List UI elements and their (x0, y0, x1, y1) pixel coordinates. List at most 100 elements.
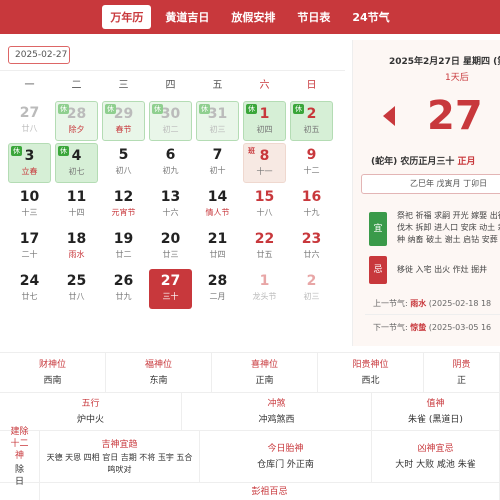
day-number: 24 (19, 273, 40, 289)
day-cell[interactable]: 7 初十 (196, 143, 239, 183)
god-direction: 西南 (43, 375, 62, 386)
day-cell[interactable]: 休 2 初五 (290, 101, 333, 141)
day-cell[interactable]: 15 十八 (243, 185, 286, 225)
top-nav: 万年历 黄道吉日 放假安排 节日表 24节气 (0, 0, 500, 34)
deities-row: 建除十二神 除日 吉神宜趋 天德 天恩 四相 官日 吉期 不将 玉宇 五合 鸣吠… (0, 427, 500, 487)
day-number: 19 (113, 231, 134, 247)
day-cell[interactable]: 28 二月 (196, 269, 239, 309)
lunar-day: 除夕 (68, 125, 85, 134)
day-number: 1 (259, 273, 270, 289)
day-cell[interactable]: 21 廿四 (196, 227, 239, 267)
day-cell-today[interactable]: 27 三十 (149, 269, 192, 309)
day-number: 27 (160, 273, 181, 289)
day-cell[interactable]: 12 元宵节 (102, 185, 145, 225)
day-cell[interactable]: 18 雨水 (55, 227, 98, 267)
day-cell[interactable]: 10 十三 (8, 185, 51, 225)
lunar-day: 廿八 (21, 124, 38, 133)
next-term-name[interactable]: 惊蛰 (410, 323, 426, 332)
day-cell[interactable]: 25 廿八 (55, 269, 98, 309)
day-cell[interactable]: 19 廿二 (102, 227, 145, 267)
workday-badge: 班 (248, 147, 255, 155)
ji-list: 移徙 入宅 出火 作灶 掘井 (397, 265, 488, 274)
day-cell[interactable]: 22 廿五 (243, 227, 286, 267)
prev-term-name[interactable]: 雨水 (410, 299, 426, 308)
day-cell[interactable]: 6 初九 (149, 143, 192, 183)
god-direction-row: 财神位 西南 福神位 东南 喜神位 正南 阳贵神位 西北 阴贵正 (0, 353, 500, 393)
holiday-badge: 休 (199, 104, 210, 114)
day-cell[interactable]: 休 1 初四 (243, 101, 286, 141)
holiday-badge: 休 (58, 146, 69, 156)
taishen-cell: 今日胎神 仓库门 外正南 (200, 431, 372, 482)
lunar-day: 初十 (209, 166, 226, 175)
tab-5[interactable]: 24节气 (344, 5, 397, 29)
day-cell[interactable]: 休 28 除夕 (55, 101, 98, 141)
day-number: 12 (113, 189, 134, 205)
day-number: 15 (254, 189, 275, 205)
lunar-day: 雨水 (68, 250, 85, 259)
day-cell[interactable]: 5 初八 (102, 143, 145, 183)
date-input[interactable]: 2025-02-27 (8, 46, 70, 64)
holiday-badge: 休 (152, 104, 163, 114)
lunar-day: 廿五 (256, 250, 273, 259)
wuxing-cell: 五行 炉中火 (0, 393, 182, 430)
tab-2[interactable]: 黄道吉日 (157, 5, 217, 29)
pengzu-cell: 彭祖百忌 (40, 483, 500, 500)
day-cell[interactable]: 24 廿七 (8, 269, 51, 309)
calendar-grid: 27 廿八休 28 除夕休 29 春节休 30 初二休 31 初三休 1 初四休 2 初五休 3 立春休 4 初七… (6, 100, 336, 310)
xiongsha-value: 大时 大败 咸池 朱雀 (395, 459, 476, 470)
day-cell[interactable]: 13 十六 (149, 185, 192, 225)
day-cell[interactable]: 休 30 初二 (149, 101, 192, 141)
lunar-date-text: (蛇年) 农历正月三十 (371, 157, 458, 167)
zhishen-value: 朱雀 (黑道日) (408, 414, 463, 425)
day-cell[interactable]: 休 4 初七 (55, 143, 98, 183)
lunar-day: 十三 (21, 208, 38, 217)
lunar-day: 十二 (303, 166, 320, 175)
day-cell[interactable]: 20 廿三 (149, 227, 192, 267)
day-cell[interactable]: 休 31 初三 (196, 101, 239, 141)
tab-1[interactable]: 万年历 (102, 5, 152, 29)
god-direction: 正 (456, 375, 466, 386)
wuxing-label: 五行 (81, 398, 100, 409)
taishen-value: 仓库门 外正南 (257, 459, 314, 470)
day-cell[interactable]: 27 廿八 (8, 101, 51, 141)
lunar-day: 十四 (68, 208, 85, 217)
day-number: 7 (212, 147, 223, 163)
day-cell[interactable]: 2 初三 (290, 269, 333, 309)
day-number: 14 (207, 189, 228, 205)
lunar-day: 初二 (162, 125, 179, 134)
holiday-badge: 休 (293, 104, 304, 114)
lunar-day: 初七 (68, 167, 85, 176)
weekday-label: 二 (71, 80, 82, 91)
lunar-day: 廿八 (68, 292, 85, 301)
day-cell[interactable]: 23 廿六 (290, 227, 333, 267)
lunar-day: 初五 (303, 125, 320, 134)
day-cell[interactable]: 9 十二 (290, 143, 333, 183)
lunar-day: 廿六 (303, 250, 320, 259)
full-date: 2025年2月27日 星期四 (第 (389, 57, 500, 67)
chongsha-cell: 冲煞 冲鸡煞西 (182, 393, 372, 430)
prev-day-arrow-icon[interactable] (383, 106, 395, 126)
day-cell[interactable]: 16 十九 (290, 185, 333, 225)
lunar-day: 初四 (256, 125, 273, 134)
day-number: 2 (306, 273, 317, 289)
day-number: 26 (113, 273, 134, 289)
wuxing-value: 炉中火 (76, 414, 104, 425)
day-cell[interactable]: 休 3 立春 (8, 143, 51, 183)
tab-4[interactable]: 节日表 (289, 5, 338, 29)
day-cell[interactable]: 班 8 十一 (243, 143, 286, 183)
jishen-label: 吉神宜趋 (101, 439, 138, 450)
spacer (0, 483, 40, 500)
god-direction: 西北 (361, 375, 380, 386)
day-cell[interactable]: 11 十四 (55, 185, 98, 225)
day-cell[interactable]: 14 情人节 (196, 185, 239, 225)
prev-term-date: (2025-02-18 18 (428, 299, 492, 308)
day-cell[interactable]: 26 廿九 (102, 269, 145, 309)
pengzu-label: 彭祖百忌 (251, 486, 288, 497)
god-direction-cell: 财神位 西南 (0, 353, 106, 392)
lunar-day: 春节 (115, 125, 132, 134)
day-cell[interactable]: 1 龙头节 (243, 269, 286, 309)
tab-3[interactable]: 放假安排 (223, 5, 283, 29)
day-cell[interactable]: 17 二十 (8, 227, 51, 267)
god-direction-cell: 阳贵神位 西北 (318, 353, 424, 392)
day-cell[interactable]: 休 29 春节 (102, 101, 145, 141)
